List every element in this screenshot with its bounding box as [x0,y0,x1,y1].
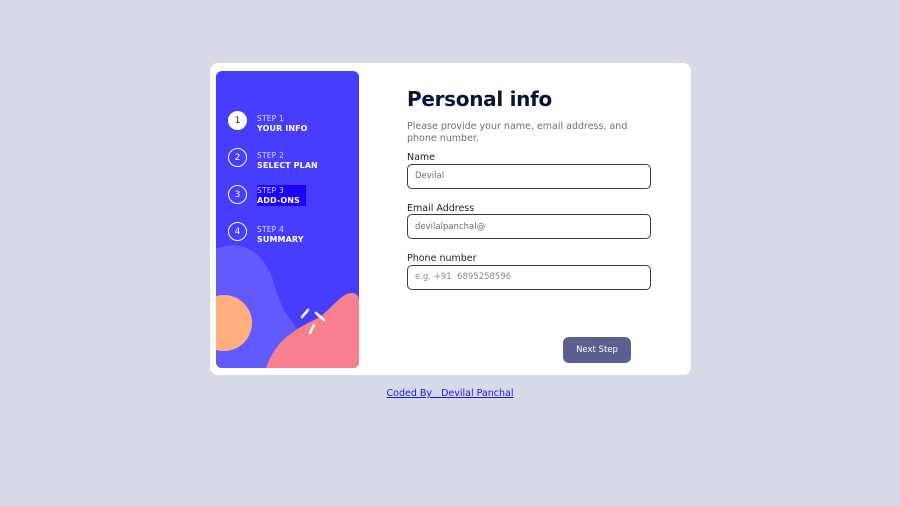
step-item-select-plan[interactable]: 2 STEP 2 SELECT PLAN [228,148,353,185]
step-text: STEP 2 SELECT PLAN [257,148,318,171]
step-label: STEP 3 [257,186,284,195]
name-label: Name [407,152,436,163]
name-input[interactable] [407,163,651,189]
email-field-group: Email Address [407,202,652,239]
form-card: 1 STEP 1 YOUR INFO 2 STEP 2 SELECT PLAN … [210,63,691,375]
step-number-badge: 2 [228,148,247,167]
page-title: Personal info [407,87,552,111]
step-title: SELECT PLAN [257,161,318,170]
step-title: ADD-ONS [257,196,300,205]
step-label: STEP 2 [257,151,284,160]
step-text: STEP 4 SUMMARY [257,222,304,245]
page-subtitle: Please provide your name, email address,… [407,121,628,144]
credit-link[interactable]: Coded By Devilal Panchal [387,388,514,399]
step-label: STEP 4 [257,225,284,234]
step-label: STEP 1 [257,114,284,123]
step-number-badge: 4 [228,222,247,241]
phone-field-group: Phone number [407,253,652,290]
step-sidebar: 1 STEP 1 YOUR INFO 2 STEP 2 SELECT PLAN … [216,71,359,368]
step-text: STEP 1 YOUR INFO [257,111,308,134]
step-text: STEP 3 ADD-ONS [257,185,306,206]
step-title: SUMMARY [257,235,304,244]
step-list: 1 STEP 1 YOUR INFO 2 STEP 2 SELECT PLAN … [228,111,353,259]
phone-input[interactable] [407,264,651,290]
step-item-add-ons[interactable]: 3 STEP 3 ADD-ONS [228,185,353,222]
personal-info-form: Personal info Please provide your name, … [407,87,652,290]
step-title: YOUR INFO [257,124,308,133]
step-number-badge: 1 [228,111,247,130]
step-item-your-info[interactable]: 1 STEP 1 YOUR INFO [228,111,353,148]
name-field-group: Name [407,152,652,189]
email-label: Email Address [407,202,475,214]
step-number-badge: 3 [228,185,247,204]
email-input[interactable] [407,214,651,239]
footer: Coded By Devilal Panchal [0,388,900,399]
next-step-button[interactable]: Next Step [563,337,631,363]
phone-label: Phone number [407,253,477,264]
step-item-summary[interactable]: 4 STEP 4 SUMMARY [228,222,353,259]
